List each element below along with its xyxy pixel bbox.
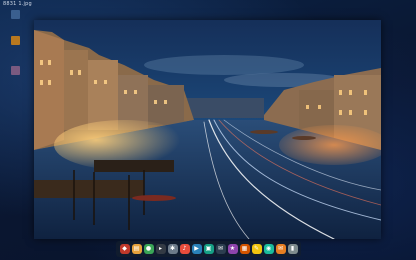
files-icon[interactable]: ▤	[131, 244, 142, 254]
image-icon	[10, 36, 20, 45]
desktop-icon[interactable]	[4, 36, 26, 46]
calendar-icon[interactable]: ▦	[239, 244, 250, 254]
camera-icon[interactable]: ◉	[263, 244, 274, 254]
venice-photo	[34, 20, 381, 239]
launcher-icon[interactable]: ◆	[119, 244, 130, 254]
mail-icon[interactable]: ✉	[275, 244, 286, 254]
settings-icon[interactable]: ✱	[167, 244, 178, 254]
notes-icon[interactable]: ✎	[251, 244, 262, 254]
terminal-icon[interactable]: ▸	[155, 244, 166, 254]
browser-icon[interactable]: ●	[143, 244, 154, 254]
desktop-icon[interactable]	[4, 10, 26, 20]
dock-bar: ◆ ▤ ● ▸ ✱ ♪ ▶ ▣ ✉ ★ ▦ ✎ ◉ ✉ ▮	[116, 241, 301, 257]
photos-icon[interactable]: ▣	[203, 244, 214, 254]
image-viewer[interactable]	[34, 20, 381, 239]
folder-icon	[10, 10, 20, 19]
trash-dock-icon[interactable]: ▮	[287, 244, 298, 254]
video-icon[interactable]: ▶	[191, 244, 202, 254]
chat-icon[interactable]: ✉	[215, 244, 226, 254]
filename-label: 8831 1.jpg	[3, 1, 32, 7]
music-icon[interactable]: ♪	[179, 244, 190, 254]
trash-icon	[10, 66, 20, 75]
store-icon[interactable]: ★	[227, 244, 238, 254]
desktop-icon[interactable]	[4, 66, 26, 76]
